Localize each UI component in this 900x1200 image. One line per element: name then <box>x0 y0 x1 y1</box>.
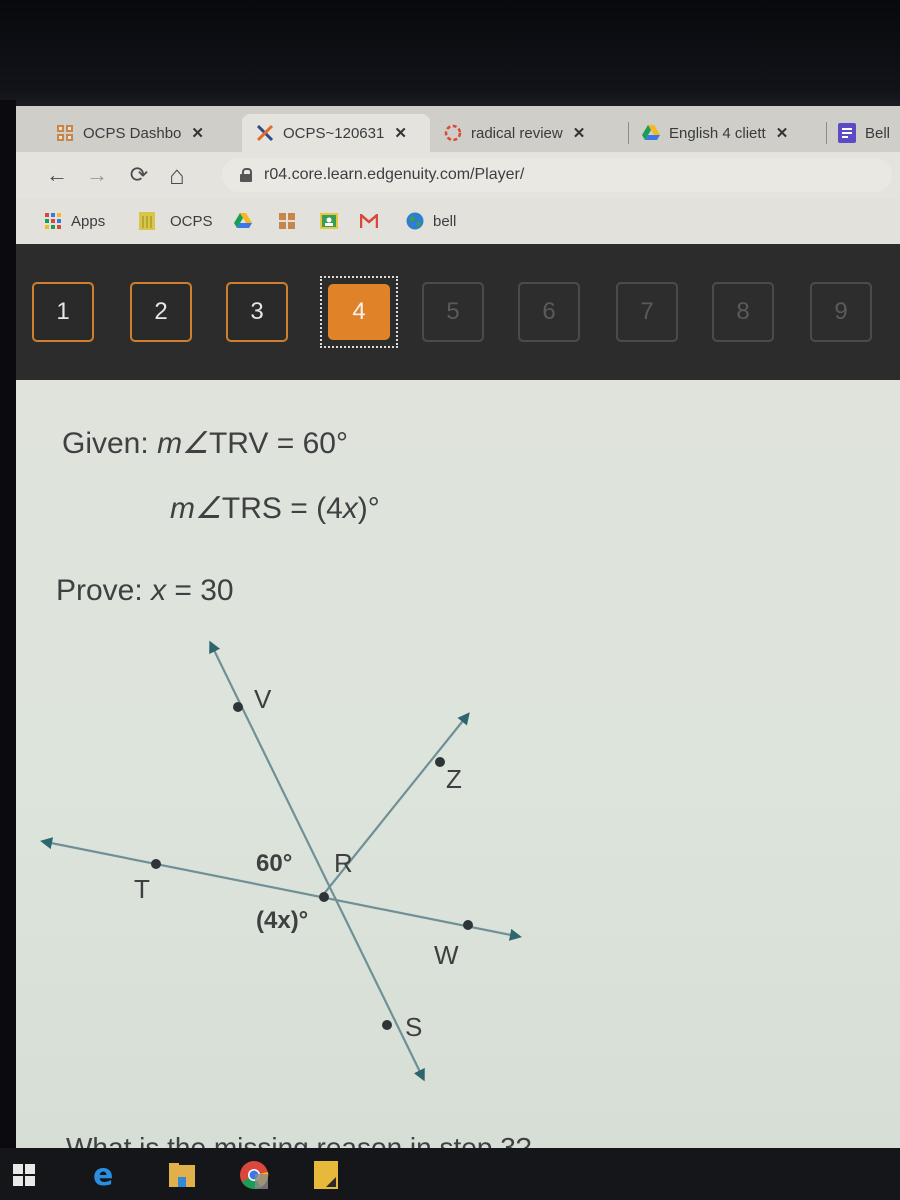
tab-edgenuity[interactable]: OCPS~120631 ✕ <box>242 114 430 152</box>
close-tab-icon[interactable]: ✕ <box>191 124 204 142</box>
question-button-9[interactable]: 9 <box>810 282 872 342</box>
tab-title: English 4 cliett <box>669 124 766 142</box>
ocps-grid-icon <box>56 124 74 142</box>
question-button-7[interactable]: 7 <box>616 282 678 342</box>
apps-grid-icon <box>44 212 62 230</box>
point-w <box>463 920 473 930</box>
bookmark-label: OCPS <box>170 212 213 230</box>
home-button[interactable]: ⌂ <box>162 160 192 190</box>
label-z: Z <box>446 764 462 794</box>
browser-toolbar: ← → ⟳ ⌂ r04.core.learn.edgenuity.com/Pla… <box>16 152 900 198</box>
tab-strip: OCPS Dashbo ✕ OCPS~120631 ✕ radical revi… <box>16 106 900 152</box>
question-button-2[interactable]: 2 <box>130 282 192 342</box>
angle-label-trv: 60° <box>256 850 292 877</box>
bookmark-google-classroom[interactable] <box>320 210 347 232</box>
sticky-notes-icon[interactable] <box>308 1158 344 1192</box>
google-classroom-icon <box>320 212 338 230</box>
bookmark-label: Apps <box>71 212 106 230</box>
monitor-bezel <box>0 0 900 106</box>
windows-taskbar: e <box>0 1148 900 1200</box>
geometry-diagram: V Z T R W S 60° (4x)° <box>40 640 522 1082</box>
question-button-4[interactable]: 4 <box>328 284 390 340</box>
tab-title: Bell <box>865 124 891 142</box>
google-drive-icon <box>234 212 252 230</box>
question-button-5[interactable]: 5 <box>422 282 484 342</box>
bookmark-ocps[interactable]: OCPS <box>138 210 213 232</box>
tab-title: OCPS~120631 <box>283 124 385 142</box>
lock-icon <box>240 168 252 182</box>
address-bar[interactable]: r04.core.learn.edgenuity.com/Player/ <box>222 158 892 192</box>
google-forms-icon <box>838 123 856 143</box>
ocps-grid-icon <box>278 212 296 230</box>
edge-browser-icon[interactable]: e <box>88 1158 124 1192</box>
question-button-3[interactable]: 3 <box>226 282 288 342</box>
browser-window: OCPS Dashbo ✕ OCPS~120631 ✕ radical revi… <box>16 106 900 245</box>
label-t: T <box>134 874 150 904</box>
point-v <box>233 702 243 712</box>
label-s: S <box>405 1012 422 1042</box>
bookmark-bell[interactable]: bell <box>406 210 456 232</box>
reload-button[interactable]: ⟳ <box>124 160 154 190</box>
angle-label-trs: (4x)° <box>256 907 308 934</box>
bookmarks-bar: Apps OCPS bell <box>16 198 900 245</box>
folder-icon <box>138 212 156 230</box>
label-r: R <box>334 848 353 878</box>
question-button-6[interactable]: 6 <box>518 282 580 342</box>
loading-ring-icon <box>444 124 462 142</box>
url-text: r04.core.learn.edgenuity.com/Player/ <box>264 166 525 183</box>
windows-start-icon[interactable] <box>6 1158 42 1192</box>
globe-icon <box>406 212 424 230</box>
question-content: Given: m∠TRV = 60° m∠TRS = (4x)° Prove: … <box>16 380 900 1150</box>
question-button-8[interactable]: 8 <box>712 282 774 342</box>
bookmark-ocps-dashboard[interactable] <box>278 210 305 232</box>
tab-title: OCPS Dashbo <box>83 124 182 142</box>
file-explorer-icon[interactable] <box>164 1158 200 1192</box>
monitor-bezel-left <box>0 100 16 1200</box>
question-navigation-bar: 1 2 3 4 5 6 7 8 9 <box>16 244 900 380</box>
point-s <box>382 1020 392 1030</box>
back-button[interactable]: ← <box>42 160 72 190</box>
tab-english-4[interactable]: English 4 cliett ✕ <box>642 114 822 152</box>
point-t <box>151 859 161 869</box>
question-button-1[interactable]: 1 <box>32 282 94 342</box>
close-tab-icon[interactable]: ✕ <box>394 124 407 142</box>
close-tab-icon[interactable]: ✕ <box>573 124 586 142</box>
point-z <box>435 757 445 767</box>
tab-ocps-dashboard[interactable]: OCPS Dashbo ✕ <box>56 114 236 152</box>
edgenuity-x-icon <box>256 124 274 142</box>
label-v: V <box>254 684 272 714</box>
tab-bell[interactable]: Bell <box>838 114 900 152</box>
forward-button[interactable]: → <box>82 160 112 190</box>
gmail-icon <box>360 212 378 230</box>
svg-text:e: e <box>93 1161 113 1189</box>
point-r <box>319 892 329 902</box>
tab-title: radical review <box>471 124 563 142</box>
tab-radical-review[interactable]: radical review ✕ <box>444 114 624 152</box>
tab-separator <box>628 122 629 144</box>
bookmark-label: bell <box>433 212 457 230</box>
close-tab-icon[interactable]: ✕ <box>776 124 789 142</box>
google-drive-icon <box>642 124 660 142</box>
tab-separator <box>826 122 827 144</box>
line-vs <box>209 640 425 1082</box>
chrome-browser-icon[interactable] <box>236 1158 272 1192</box>
bookmark-apps[interactable]: Apps <box>44 210 105 232</box>
label-w: W <box>434 940 459 970</box>
bookmark-google-drive[interactable] <box>234 210 261 232</box>
bookmark-gmail[interactable] <box>360 210 387 232</box>
